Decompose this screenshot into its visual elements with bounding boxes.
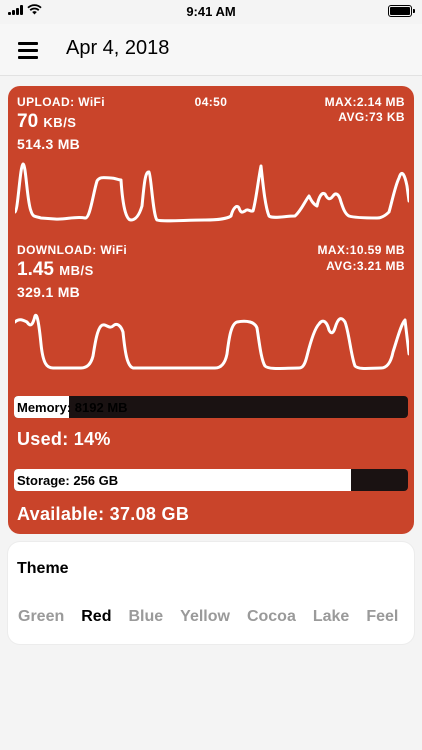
theme-title: Theme: [17, 560, 69, 577]
storage-label: Storage: 256 GB: [17, 473, 119, 488]
download-max: MAX:10.59 MB: [317, 243, 405, 257]
theme-option-feel[interactable]: Feel: [366, 608, 398, 626]
theme-option-yellow[interactable]: Yellow: [180, 608, 230, 626]
memory-label-text: Memory: 8192 MB: [17, 400, 128, 415]
memory-label: Memory: 8192 MB: [17, 400, 128, 415]
download-rate: 1.45 MB/S: [17, 259, 94, 281]
download-rate-unit: MB/S: [59, 263, 94, 278]
upload-avg: AVG:73 KB: [338, 110, 405, 124]
upload-max: MAX:2.14 MB: [324, 95, 405, 109]
memory-used: Used: 14%: [17, 429, 111, 449]
memory-bar: Memory: 8192 MB: [14, 396, 408, 418]
theme-card: Theme Green Red Blue Yellow Cocoa Lake F…: [8, 542, 414, 644]
hamburger-menu-icon[interactable]: [18, 42, 38, 59]
nav-bar: Apr 4, 2018: [0, 24, 422, 76]
upload-total: 514.3 MB: [17, 136, 81, 152]
download-graph: [15, 313, 409, 370]
download-avg: AVG:3.21 MB: [326, 259, 405, 273]
status-time: 9:41 AM: [186, 4, 236, 19]
theme-option-red[interactable]: Red: [81, 608, 111, 626]
theme-selector: Green Red Blue Yellow Cocoa Lake Feel: [18, 608, 398, 626]
upload-rate-value: 70: [17, 111, 39, 132]
network-stats-card: UPLOAD: WiFi 04:50 MAX:2.14 MB AVG:73 KB…: [8, 86, 414, 534]
download-total: 329.1 MB: [17, 284, 81, 300]
download-rate-value: 1.45: [17, 259, 54, 280]
upload-rate: 70 KB/S: [17, 111, 76, 133]
theme-option-green[interactable]: Green: [18, 608, 64, 626]
theme-option-cocoa[interactable]: Cocoa: [247, 608, 296, 626]
download-label: DOWNLOAD: WiFi: [17, 243, 128, 257]
theme-option-blue[interactable]: Blue: [128, 608, 163, 626]
page-title: Apr 4, 2018: [66, 37, 170, 59]
storage-available: Available: 37.08 GB: [17, 504, 190, 524]
theme-option-lake[interactable]: Lake: [313, 608, 349, 626]
storage-bar: Storage: 256 GB: [14, 469, 408, 491]
status-bar: 9:41 AM: [0, 0, 422, 24]
battery-icon: [388, 5, 415, 17]
upload-graph: [15, 162, 409, 223]
upload-rate-unit: KB/S: [43, 115, 77, 130]
